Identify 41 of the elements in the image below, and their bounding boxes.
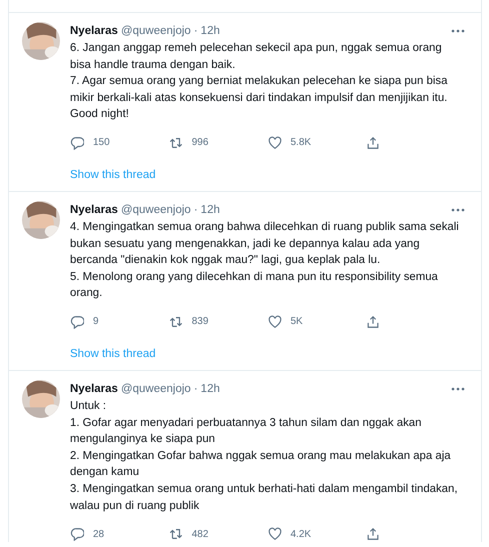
reply-icon[interactable] — [70, 527, 84, 542]
like-icon[interactable] — [268, 314, 282, 329]
author-handle[interactable]: @quweenjojo — [120, 22, 191, 40]
reply-count: 9 — [93, 316, 99, 328]
separator-dot: · — [194, 202, 198, 218]
author-handle[interactable]: @quweenjojo — [120, 200, 191, 219]
author-name[interactable]: Nyelaras — [70, 380, 118, 398]
author-handle[interactable]: @quweenjojo — [120, 380, 191, 398]
reply-count: 28 — [93, 528, 104, 540]
tweet-text: 4. Mengingatkan semua orang bahwa dilecehkan di ruang publik sama sekali bukan sesuatu yang mengenakkan, jadi ke depannya kalau ada yang bercanda "dienakin kok nggak mau?" lagi, gua keplak pala lu. 5. Menolong orang yang dilecehkan di mana pun itu responsibility semua orang. — [70, 220, 460, 302]
show-thread-link[interactable]: Show this thread — [70, 330, 465, 370]
show-thread-link[interactable]: Show this thread — [70, 150, 465, 191]
retweet-count: 839 — [192, 316, 208, 328]
share-icon[interactable] — [366, 314, 380, 329]
tweet-time[interactable]: 12h — [200, 200, 220, 219]
like-icon[interactable] — [268, 527, 282, 542]
retweet-icon[interactable] — [168, 136, 183, 150]
like-count: 5K — [290, 316, 303, 328]
tweet-text: Untuk : 1. Gofar agar menyadari perbuatannya 3 tahun silam dan nggak akan mengulanginya ke siapa pun 2. Mengingatkan Gofar bahwa nggak semua orang mau melakukan apa aja dengan kamu 3. Mengingatkan semua orang untuk berhati-hati dalam mengambil tindakan, walau pun di ruang publik — [70, 398, 459, 514]
retweet-icon[interactable] — [168, 527, 183, 542]
reply-icon[interactable] — [70, 314, 84, 329]
like-count: 5.8K — [290, 137, 312, 148]
like-icon[interactable] — [268, 136, 282, 150]
author-name[interactable]: Nyelaras — [70, 22, 118, 40]
share-icon[interactable] — [366, 527, 380, 542]
tweet-time[interactable]: 12h — [200, 380, 220, 398]
retweet-count: 996 — [192, 137, 208, 148]
reply-icon[interactable] — [70, 136, 84, 150]
tweet-time[interactable]: 12h — [200, 22, 220, 40]
separator-dot: · — [194, 382, 198, 397]
more-icon[interactable] — [451, 208, 465, 212]
like-count: 4.2K — [290, 528, 312, 540]
author-name[interactable]: Nyelaras — [70, 200, 118, 219]
more-icon[interactable] — [451, 386, 465, 391]
separator-dot: · — [194, 24, 198, 39]
retweet-icon[interactable] — [168, 314, 183, 329]
tweet-text: 6. Jangan anggap remeh pelecehan sekecil apa pun, nggak semua orang bisa handle trauma dengan baik. 7. Agar semua orang yang berniat melakukan pelecehan ke siapa pun bisa mikir berkali-kali atas konsekuensi dari tindakan impulsif dan menjijikan itu. Good night! — [70, 41, 448, 122]
reply-count: 150 — [93, 137, 110, 148]
share-icon[interactable] — [366, 136, 380, 150]
more-icon[interactable] — [451, 29, 465, 33]
retweet-count: 482 — [192, 528, 208, 540]
